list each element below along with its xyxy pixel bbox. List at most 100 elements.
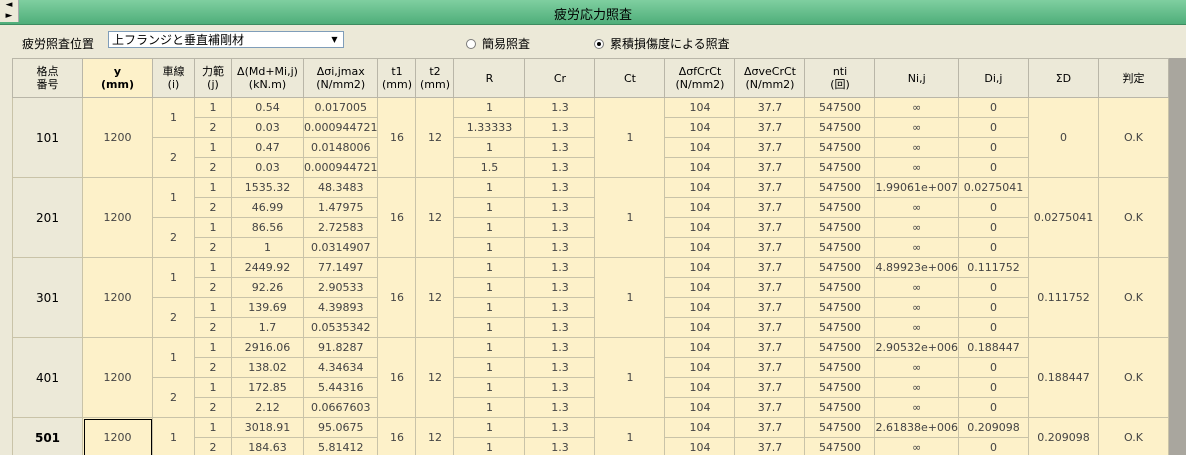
nti-cell[interactable]: 547500 [804, 337, 876, 358]
fcrct-cell[interactable]: 104 [664, 217, 736, 238]
lane-cell[interactable]: 1 [152, 97, 195, 138]
t1-cell[interactable]: 16 [377, 97, 417, 178]
range-cell[interactable]: 1 [194, 137, 232, 158]
stress-range-cell[interactable]: 0.017005 [302, 97, 379, 118]
column-header-3[interactable]: 力範 (j) [194, 58, 232, 98]
t1-cell[interactable]: 16 [377, 177, 417, 258]
range-cell[interactable]: 1 [194, 217, 232, 238]
y-cell[interactable]: 1200 [82, 97, 153, 178]
t2-cell[interactable]: 12 [415, 177, 455, 258]
stress-range-cell[interactable]: 91.8287 [302, 337, 379, 358]
nti-cell[interactable]: 547500 [804, 97, 876, 118]
cr-cell[interactable]: 1.3 [524, 337, 596, 358]
node-id-cell[interactable]: 401 [12, 337, 83, 418]
range-cell[interactable]: 2 [194, 197, 232, 218]
column-header-16[interactable]: ΣD [1027, 58, 1099, 98]
vecrct-cell[interactable]: 37.7 [734, 197, 806, 218]
sum-d-cell[interactable]: 0.111752 [1027, 257, 1099, 338]
cr-cell[interactable]: 1.3 [524, 317, 596, 338]
column-header-2[interactable]: 車線 (i) [152, 58, 195, 98]
moment-range-cell[interactable]: 46.99 [231, 197, 304, 218]
nti-cell[interactable]: 547500 [804, 277, 876, 298]
nij-cell[interactable]: 1.99061e+007 [874, 177, 959, 198]
t1-cell[interactable]: 16 [377, 417, 417, 455]
moment-range-cell[interactable]: 1535.32 [231, 177, 304, 198]
vecrct-cell[interactable]: 37.7 [734, 337, 806, 358]
nij-cell[interactable]: ∞ [874, 317, 959, 338]
judge-cell[interactable]: O.K [1097, 337, 1169, 418]
r-cell[interactable]: 1 [453, 377, 526, 398]
column-header-9[interactable]: Cr [524, 58, 596, 98]
moment-range-cell[interactable]: 86.56 [231, 217, 304, 238]
cr-cell[interactable]: 1.3 [524, 117, 596, 138]
ct-cell[interactable]: 1 [594, 97, 666, 178]
sum-d-cell[interactable]: 0.188447 [1027, 337, 1099, 418]
lane-cell[interactable]: 2 [152, 217, 195, 258]
nti-cell[interactable]: 547500 [804, 157, 876, 178]
moment-range-cell[interactable]: 2916.06 [231, 337, 304, 358]
range-cell[interactable]: 2 [194, 117, 232, 138]
cr-cell[interactable]: 1.3 [524, 277, 596, 298]
lane-cell[interactable]: 1 [152, 257, 195, 298]
nti-cell[interactable]: 547500 [804, 297, 876, 318]
dij-cell[interactable]: 0 [957, 317, 1029, 338]
column-header-11[interactable]: ΔσfCrCt (N/mm2) [664, 58, 736, 98]
t2-cell[interactable]: 12 [415, 337, 455, 418]
range-cell[interactable]: 1 [194, 377, 232, 398]
judge-cell[interactable]: O.K [1097, 177, 1169, 258]
radio-cumulative-indicator[interactable] [594, 38, 604, 49]
fcrct-cell[interactable]: 104 [664, 177, 736, 198]
dij-cell[interactable]: 0.209098 [957, 417, 1029, 438]
dij-cell[interactable]: 0.111752 [957, 257, 1029, 278]
y-cell[interactable]: 1200 [82, 177, 153, 258]
vecrct-cell[interactable]: 37.7 [734, 117, 806, 138]
sum-d-cell[interactable]: 0.209098 [1027, 417, 1099, 455]
stress-range-cell[interactable]: 4.34634 [302, 357, 379, 378]
vecrct-cell[interactable]: 37.7 [734, 397, 806, 418]
cr-cell[interactable]: 1.3 [524, 297, 596, 318]
column-header-4[interactable]: Δ(Md+Mi,j) (kN.m) [231, 58, 304, 98]
fcrct-cell[interactable]: 104 [664, 317, 736, 338]
stress-range-cell[interactable]: 4.39893 [302, 297, 379, 318]
node-id-cell[interactable]: 201 [12, 177, 83, 258]
r-cell[interactable]: 1 [453, 417, 526, 438]
stress-range-cell[interactable]: 1.47975 [302, 197, 379, 218]
node-id-cell[interactable]: 101 [12, 97, 83, 178]
lane-cell[interactable]: 1 [152, 177, 195, 218]
range-cell[interactable]: 2 [194, 237, 232, 258]
ct-cell[interactable]: 1 [594, 337, 666, 418]
cr-cell[interactable]: 1.3 [524, 237, 596, 258]
r-cell[interactable]: 1 [453, 97, 526, 118]
vecrct-cell[interactable]: 37.7 [734, 357, 806, 378]
range-cell[interactable]: 1 [194, 337, 232, 358]
fcrct-cell[interactable]: 104 [664, 117, 736, 138]
radio-simple-check[interactable]: 簡易照査 [466, 35, 530, 52]
nti-cell[interactable]: 547500 [804, 137, 876, 158]
nti-cell[interactable]: 547500 [804, 257, 876, 278]
lane-cell[interactable]: 2 [152, 377, 195, 418]
node-id-cell[interactable]: 301 [12, 257, 83, 338]
stress-range-cell[interactable]: 0.000944721 [302, 157, 379, 178]
r-cell[interactable]: 1 [453, 237, 526, 258]
judge-cell[interactable]: O.K [1097, 417, 1169, 455]
dij-cell[interactable]: 0 [957, 137, 1029, 158]
cr-cell[interactable]: 1.3 [524, 177, 596, 198]
range-cell[interactable]: 2 [194, 357, 232, 378]
moment-range-cell[interactable]: 172.85 [231, 377, 304, 398]
dij-cell[interactable]: 0 [957, 217, 1029, 238]
r-cell[interactable]: 1 [453, 217, 526, 238]
stress-range-cell[interactable]: 95.0675 [302, 417, 379, 438]
range-cell[interactable]: 1 [194, 177, 232, 198]
column-header-15[interactable]: Di,j [957, 58, 1029, 98]
range-cell[interactable]: 1 [194, 97, 232, 118]
stress-range-cell[interactable]: 5.81412 [302, 437, 379, 455]
nij-cell[interactable]: ∞ [874, 157, 959, 178]
vecrct-cell[interactable]: 37.7 [734, 377, 806, 398]
r-cell[interactable]: 1 [453, 357, 526, 378]
stress-range-cell[interactable]: 77.1497 [302, 257, 379, 278]
cr-cell[interactable]: 1.3 [524, 157, 596, 178]
cr-cell[interactable]: 1.3 [524, 397, 596, 418]
nti-cell[interactable]: 547500 [804, 317, 876, 338]
nij-cell[interactable]: ∞ [874, 377, 959, 398]
stress-range-cell[interactable]: 0.0535342 [302, 317, 379, 338]
